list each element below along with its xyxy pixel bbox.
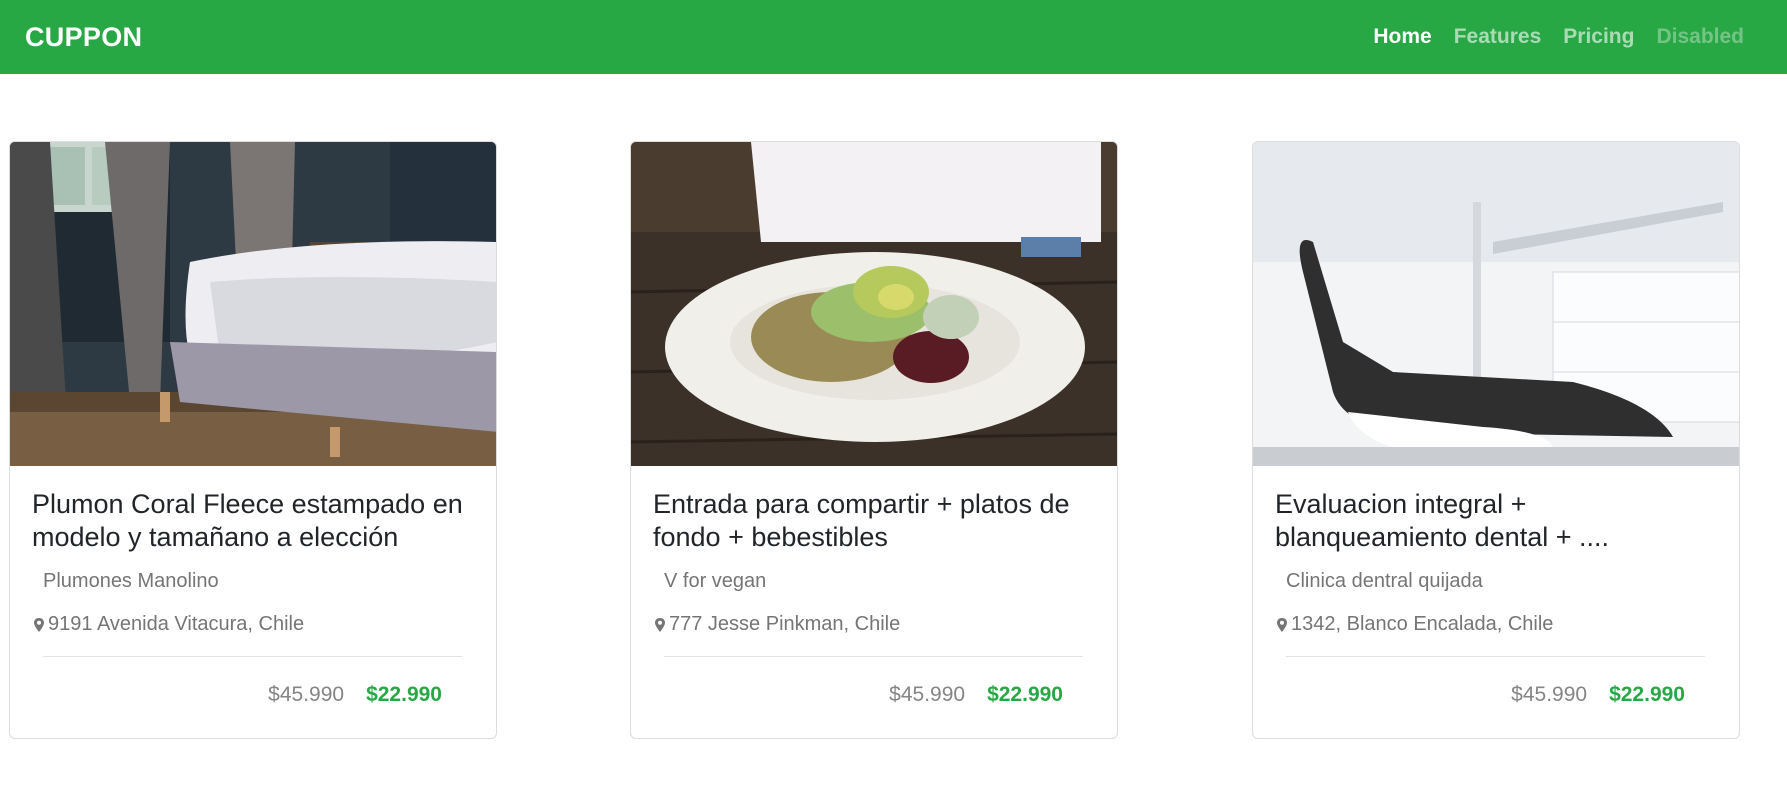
map-pin-icon [1277,617,1287,632]
map-pin-icon [655,617,665,632]
deal-card[interactable]: Evaluacion integral + blanqueamiento den… [1252,141,1740,739]
navbar: CUPPON Home Features Pricing Disabled [0,0,1787,74]
merchant-name: Clinica dentral quijada [1286,570,1483,592]
original-price: $45.990 [889,683,966,706]
deal-title[interactable]: Evaluacion integral + blanqueamiento den… [1275,488,1717,554]
map-pin-icon [34,617,44,632]
location-text: 9191 Avenida Vitacura, Chile [48,613,305,635]
location: 1342, Blanco Encalada, Chile [1275,613,1717,636]
deal-image-bedroom[interactable] [10,142,496,466]
location: 9191 Avenida Vitacura, Chile [32,613,474,636]
price-row: $45.990 $22.990 [1275,683,1717,707]
divider [43,656,462,657]
nav-link-disabled: Disabled [1656,25,1744,48]
merchant-name: Plumones Manolino [43,570,219,592]
original-price: $45.990 [1511,683,1588,706]
deal-title[interactable]: Entrada para compartir + platos de fondo… [653,488,1095,554]
deal-card[interactable]: Plumon Coral Fleece estampado en modelo … [9,141,497,739]
merchant-name: V for vegan [664,570,767,592]
nav-links: Home Features Pricing Disabled [1373,25,1744,49]
deal-image-dental[interactable] [1253,142,1739,466]
brand-logo[interactable]: CUPPON [25,22,142,53]
divider [664,656,1083,657]
location-text: 1342, Blanco Encalada, Chile [1291,613,1554,635]
discount-price: $22.990 [366,683,442,706]
nav-link-home[interactable]: Home [1373,25,1431,49]
deal-card[interactable]: Entrada para compartir + platos de fondo… [630,141,1118,739]
deal-title[interactable]: Plumon Coral Fleece estampado en modelo … [32,488,474,554]
discount-price: $22.990 [987,683,1063,706]
nav-link-pricing[interactable]: Pricing [1563,25,1634,49]
divider [1286,656,1705,657]
location: 777 Jesse Pinkman, Chile [653,613,1095,636]
discount-price: $22.990 [1609,683,1685,706]
price-row: $45.990 $22.990 [32,683,474,707]
location-text: 777 Jesse Pinkman, Chile [669,613,901,635]
price-row: $45.990 $22.990 [653,683,1095,707]
nav-link-features[interactable]: Features [1454,25,1542,49]
original-price: $45.990 [268,683,345,706]
deal-image-salad[interactable] [631,142,1117,466]
